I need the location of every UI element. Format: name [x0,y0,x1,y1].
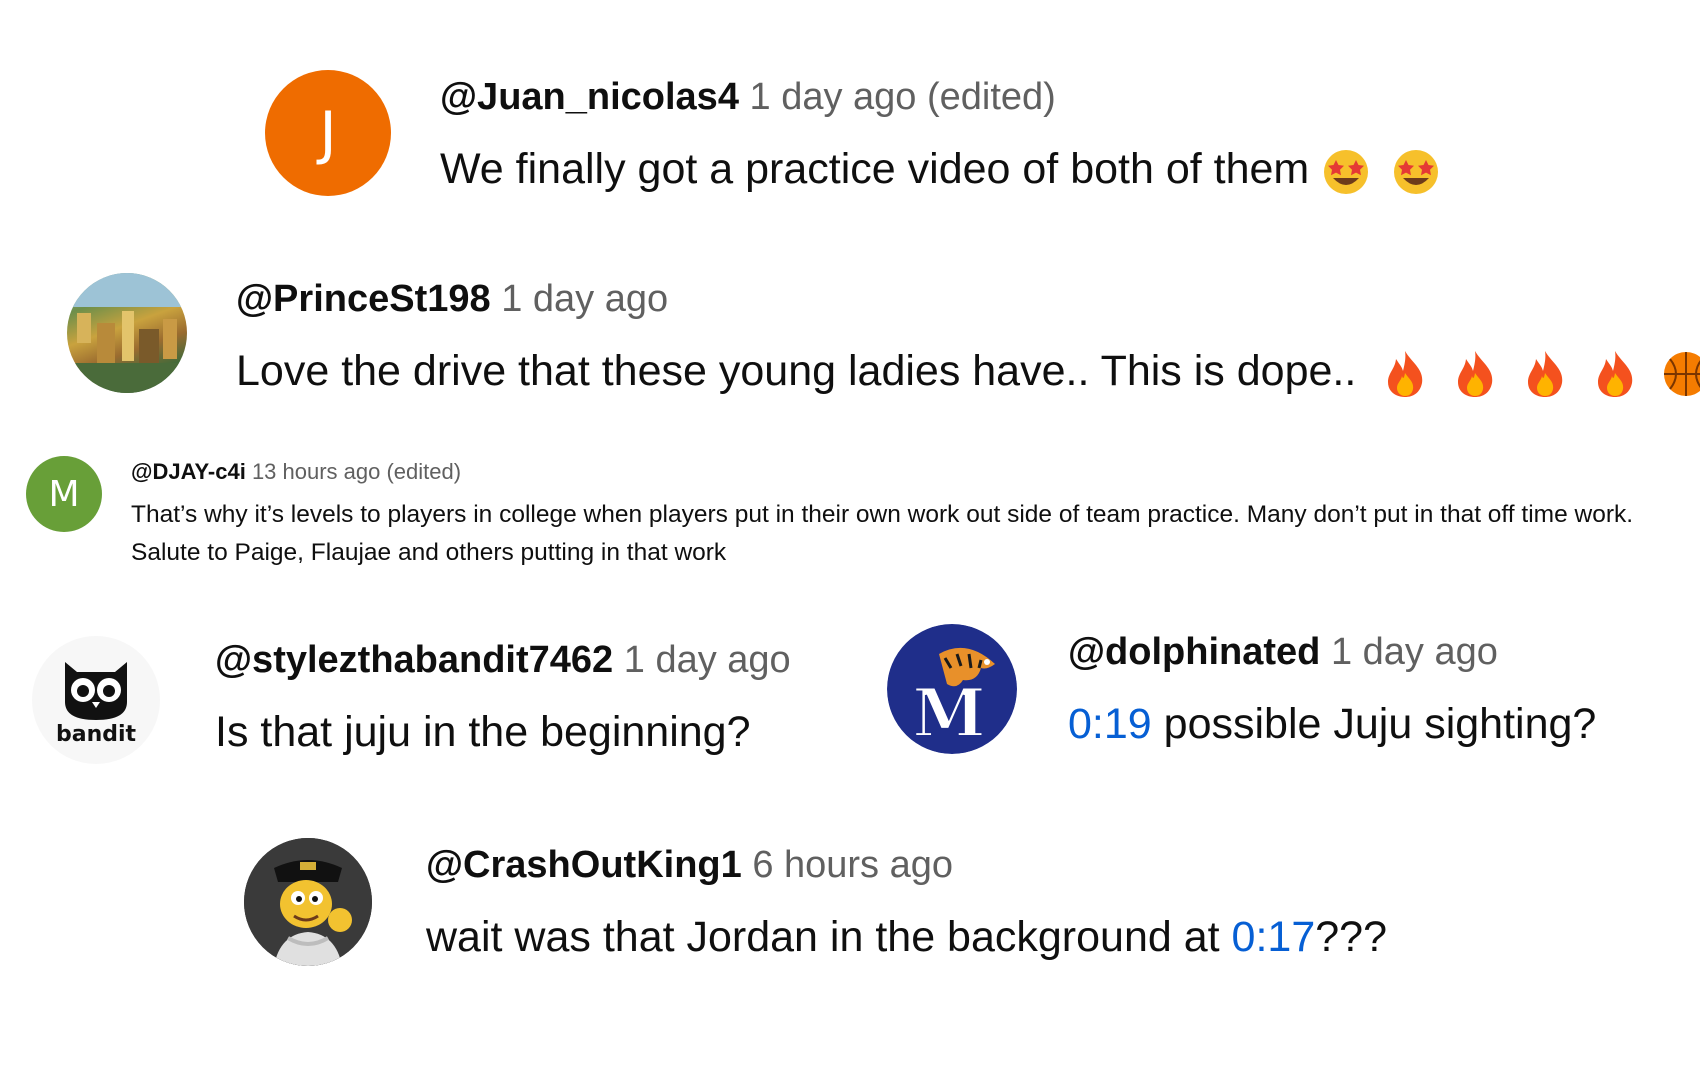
comment-text: We finally got a practice video of both … [440,145,1310,193]
fire-emoji-icon [1598,350,1633,397]
comment-time[interactable]: 1 day ago [501,278,668,320]
comment-time[interactable]: 13 hours ago (edited) [252,459,461,484]
memphis-tiger-logo-icon: M [887,624,1017,754]
avatar-brand-text: bandit [55,722,137,747]
avatar[interactable] [244,838,372,966]
comment-author[interactable]: @Juan_nicolas4 [440,76,739,118]
comment-text-suffix: ??? [1315,913,1387,961]
fire-emoji-icon [1528,350,1563,397]
avatar-letter: M [48,473,80,515]
comment-text: wait was that Jordan in the background a… [426,913,1232,961]
fire-emoji-icon [1458,350,1493,397]
cartoon-character-icon [244,838,372,966]
comment-time[interactable]: 1 day ago (edited) [750,76,1056,118]
avatar[interactable]: M [26,456,102,532]
comment-text: That’s why it’s levels to players in col… [131,501,1634,566]
avatar[interactable]: J [265,70,391,196]
avatar[interactable] [67,273,187,393]
comment-text: Is that juju in the beginning? [215,708,751,756]
comment-author[interactable]: @dolphinated [1068,631,1320,673]
memphis-m-letter: M [912,674,985,752]
comment-time[interactable]: 1 day ago [624,639,791,681]
owl-icon [65,662,127,720]
basketball-emoji-icon [1664,351,1700,396]
city-photo-icon [67,273,187,393]
avatar[interactable]: M [887,624,1017,754]
comment-time[interactable]: 6 hours ago [752,844,953,886]
comment-text: Love the drive that these young ladies h… [236,347,1357,395]
avatar[interactable]: bandit [32,636,160,764]
comment-author[interactable]: @PrinceSt198 [236,278,491,320]
comment-author[interactable]: @DJAY-c4i [131,459,246,484]
fire-emoji-icon [1388,350,1423,397]
comment-author[interactable]: @CrashOutKing1 [426,844,742,886]
video-timestamp-link[interactable]: 0:19 [1068,700,1152,748]
comment-text: possible Juju sighting? [1151,700,1597,748]
video-timestamp-link[interactable]: 0:17 [1232,913,1316,961]
comment-time[interactable]: 1 day ago [1331,631,1498,673]
star-struck-emoji-icon [1324,149,1369,194]
comment-author[interactable]: @stylezthabandit7462 [215,639,613,681]
star-struck-emoji-icon [1394,149,1439,194]
avatar-letter: J [319,99,337,167]
